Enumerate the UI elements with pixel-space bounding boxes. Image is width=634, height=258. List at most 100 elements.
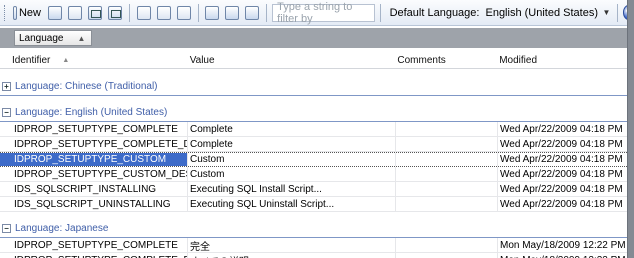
filter-input[interactable]: Type a string to filter by [272, 1, 375, 25]
cell-value[interactable]: Custom [188, 167, 396, 181]
table-row[interactable]: IDS_SQLSCRIPT_UNINSTALLING Executing SQL … [0, 197, 627, 212]
binoculars-icon [136, 5, 151, 20]
group-title: Language: English (United States) [15, 107, 168, 118]
group-by-label: Language [19, 32, 64, 44]
import-button[interactable] [46, 4, 64, 22]
cell-comments[interactable] [396, 167, 498, 181]
cell-comments[interactable] [396, 182, 498, 196]
expand-icon[interactable]: + [2, 82, 11, 91]
cell-value[interactable]: Executing SQL Uninstall Script... [188, 197, 396, 211]
find-next-icon [156, 5, 171, 20]
table-row[interactable]: IDPROP_SETUPTYPE_COMPLETE_DESCすべての説明 Mon … [0, 253, 627, 258]
collapse-icon[interactable]: − [2, 108, 11, 117]
group-by-language-chip[interactable]: Language ▲ [14, 30, 92, 46]
column-header-label: Modified [499, 55, 538, 66]
column-header-identifier[interactable]: Identifier ▲ [0, 53, 188, 68]
folder-icon [205, 5, 220, 20]
sort-ascending-icon: ▲ [62, 57, 70, 64]
table-row[interactable]: IDS_SQLSCRIPT_INSTALLING Executing SQL In… [0, 182, 627, 197]
cell-value[interactable]: Complete [188, 122, 396, 136]
default-language-select[interactable]: English (United States) [485, 7, 598, 19]
cell-comments[interactable] [396, 153, 498, 166]
move-down-icon [245, 5, 260, 20]
find-next-button[interactable] [155, 4, 173, 22]
table-row[interactable]: IDPROP_SETUPTYPE_COMPLETE_DESCComplete We… [0, 137, 627, 152]
table-row[interactable]: IDPROP_SETUPTYPE_COMPLETE 完全 Mon May/18/20… [0, 238, 627, 253]
move-down-button[interactable] [243, 4, 261, 22]
cell-modified[interactable]: Wed Apr/22/2009 04:18 PM [498, 197, 627, 211]
cell-comments[interactable] [396, 137, 498, 151]
column-header-label: Comments [397, 55, 446, 66]
new-button[interactable]: New [10, 4, 44, 22]
find-button[interactable] [135, 4, 153, 22]
new-label: New [18, 6, 41, 19]
cell-comments[interactable] [396, 238, 498, 252]
right-edge-panel [627, 0, 634, 258]
toolbar-grip[interactable] [4, 4, 6, 21]
cell-value[interactable]: 完全 [188, 238, 396, 252]
toolbar-separator [197, 3, 199, 22]
replace-button[interactable] [175, 4, 193, 22]
group-row[interactable]: − Language: English (United States) [0, 104, 627, 121]
table-row[interactable]: IDPROP_SETUPTYPE_COMPLETE Complete Wed Apr… [0, 122, 627, 137]
column-header-label: Value [189, 55, 215, 66]
cell-value[interactable]: すべての説明 [188, 253, 396, 258]
toolbar-separator [128, 3, 130, 22]
cell-modified[interactable]: Wed Apr/22/2009 04:18 PM [498, 122, 627, 136]
cell-identifier[interactable]: IDPROP_SETUPTYPE_CUSTOM [0, 153, 188, 166]
cell-value[interactable]: Complete [188, 137, 396, 151]
cell-identifier[interactable]: IDPROP_SETUPTYPE_COMPLETE [0, 238, 188, 252]
cell-modified[interactable]: Wed Apr/22/2009 04:18 PM [498, 137, 627, 151]
column-header-row: Identifier ▲ Value Comments Modified [0, 53, 627, 69]
cell-comments[interactable] [396, 197, 498, 211]
cell-modified[interactable]: Wed Apr/22/2009 04:18 PM [498, 153, 627, 166]
cell-value[interactable]: Executing SQL Install Script... [188, 182, 396, 196]
list-icon [107, 5, 122, 20]
move-up-button[interactable] [223, 4, 241, 22]
list-view-button[interactable] [106, 4, 124, 22]
group-row[interactable]: − Language: Japanese [0, 220, 627, 237]
export-icon [67, 5, 82, 20]
cell-identifier[interactable]: IDPROP_SETUPTYPE_COMPLETE_DESC [0, 253, 188, 258]
sort-ascending-icon: ▲ [77, 33, 86, 43]
default-language-label: Default Language: [389, 6, 480, 19]
table-row[interactable]: IDPROP_SETUPTYPE_CUSTOM Custom Wed Apr/22/… [0, 152, 627, 167]
column-header-value[interactable]: Value [188, 53, 396, 68]
cell-modified[interactable]: Wed Apr/22/2009 04:18 PM [498, 182, 627, 196]
import-icon [47, 5, 62, 20]
export-button[interactable] [66, 4, 84, 22]
grid-icon [87, 5, 102, 20]
cell-identifier[interactable]: IDS_SQLSCRIPT_INSTALLING [0, 182, 188, 196]
column-header-label: Identifier [12, 55, 51, 66]
cell-identifier[interactable]: IDPROP_SETUPTYPE_COMPLETE [0, 122, 188, 136]
cell-modified[interactable]: Mon May/18/2009 12:22 PM [498, 238, 627, 252]
cell-modified[interactable]: Mon May/18/2009 12:22 PM [498, 253, 627, 258]
cell-modified[interactable]: Wed Apr/22/2009 04:18 PM [498, 167, 627, 181]
collapse-icon[interactable]: − [2, 224, 11, 233]
toolbar-separator [616, 3, 618, 22]
toolbar: New Type a string to filter by Default L… [0, 0, 634, 26]
cell-comments[interactable] [396, 122, 498, 136]
toolbar-separator [266, 3, 268, 22]
cell-comments[interactable] [396, 253, 498, 258]
cell-identifier[interactable]: IDPROP_SETUPTYPE_CUSTOM_DESC_PRO [0, 167, 188, 181]
replace-icon [176, 5, 191, 20]
cell-value[interactable]: Custom [188, 153, 396, 166]
column-header-modified[interactable]: Modified [497, 53, 627, 68]
group-title: Language: Chinese (Traditional) [15, 81, 158, 92]
toolbar-separator [379, 3, 381, 22]
cell-identifier[interactable]: IDS_SQLSCRIPT_UNINSTALLING [0, 197, 188, 211]
folder-button[interactable] [203, 4, 221, 22]
move-up-icon [225, 5, 240, 20]
group-title: Language: Japanese [15, 223, 109, 234]
table-row[interactable]: IDPROP_SETUPTYPE_CUSTOM_DESC_PROCustom We… [0, 167, 627, 182]
chevron-down-icon[interactable]: ▼ [600, 4, 612, 22]
cell-identifier[interactable]: IDPROP_SETUPTYPE_COMPLETE_DESC [0, 137, 188, 151]
string-table-grid: + Language: Chinese (Traditional) − Languag… [0, 70, 627, 258]
grid-view-button[interactable] [86, 4, 104, 22]
group-row[interactable]: + Language: Chinese (Traditional) [0, 78, 627, 95]
column-header-comments[interactable]: Comments [395, 53, 497, 68]
group-by-panel: Language ▲ [0, 28, 627, 48]
